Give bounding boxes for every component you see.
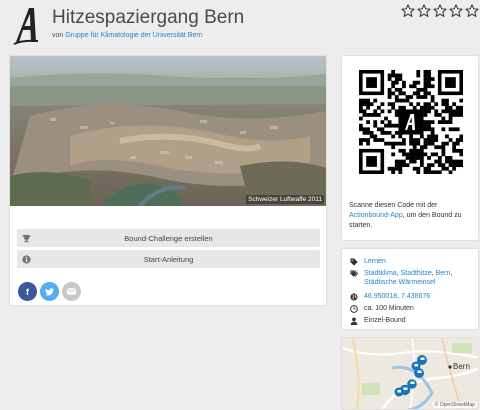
star-icon[interactable] (449, 4, 463, 18)
facebook-share-button[interactable]: f (18, 282, 37, 301)
challenge-button-label: Bound-Challenge erstellen (124, 233, 213, 243)
clock-icon (350, 305, 358, 313)
tags-icon (350, 270, 358, 278)
qr-text-before: Scanne diesen Code mit der (349, 202, 438, 209)
location-row: 46.950018, 7.438676 (350, 292, 430, 301)
aerial-photo-image (10, 56, 326, 206)
facebook-icon: f (26, 286, 29, 297)
mode-text: Einzel-Bound (364, 317, 406, 324)
star-icon[interactable] (433, 4, 447, 18)
actionbound-logo[interactable] (12, 4, 42, 46)
map-attribution: © OpenStreetMap (432, 402, 477, 408)
byline: von Gruppe für Klimatologie der Universi… (52, 32, 203, 39)
guide-button[interactable]: Start-Anleitung (17, 250, 320, 268)
twitter-share-button[interactable] (40, 282, 59, 301)
qr-instructions: Scanne diesen Code mit der Actionbound-A… (349, 201, 475, 231)
tag-link[interactable]: Bern (436, 270, 451, 277)
twitter-icon (45, 287, 54, 296)
qr-card: Scanne diesen Code mit der Actionbound-A… (341, 55, 479, 241)
challenge-button[interactable]: Bound-Challenge erstellen (17, 229, 320, 247)
trophy-icon (17, 229, 35, 247)
byline-prefix: von (52, 32, 64, 39)
tags-row: Stadtklima, Stadthitze, Bern, Städtische… (350, 269, 476, 287)
duration-text: ca. 100 Minuten (364, 305, 414, 312)
map-image (342, 338, 478, 409)
star-icon[interactable] (465, 4, 479, 18)
tag-icon (350, 258, 358, 266)
envelope-icon (67, 288, 76, 295)
coordinates-link[interactable]: 46.950018, 7.438676 (364, 292, 430, 301)
photo-credit: Schweizer Luftwaffe 2011 (246, 195, 324, 204)
author-link[interactable]: Gruppe für Klimatologie der Universität … (65, 32, 202, 39)
duration-row: ca. 100 Minuten (350, 304, 414, 313)
bound-card: Schweizer Luftwaffe 2011 Bound-Challenge… (9, 55, 327, 306)
bound-info-card: Lernen Stadtklima, Stadthitze, Bern, Stä… (341, 248, 479, 330)
user-icon (350, 317, 358, 325)
map-place-label: Bern (453, 362, 470, 371)
category-link[interactable]: Lernen (364, 257, 386, 266)
tags-list: Stadtklima, Stadthitze, Bern, Städtische… (364, 270, 453, 286)
tag-link[interactable]: Städtische Wärmeinsel (364, 279, 436, 286)
mode-row: Einzel-Bound (350, 316, 406, 325)
qr-code (359, 70, 463, 174)
aerial-photo: Schweizer Luftwaffe 2011 (10, 56, 326, 206)
actionbound-app-link[interactable]: Actionbound-App (349, 212, 403, 219)
globe-icon (350, 293, 358, 301)
star-icon[interactable] (401, 4, 415, 18)
map-preview[interactable]: Bern © OpenStreetMap (341, 337, 479, 410)
page: Hitzespaziergang Bern von Gruppe für Kli… (0, 0, 480, 410)
category-row: Lernen (350, 257, 386, 266)
tag-link[interactable]: Stadthitze (401, 270, 432, 277)
info-icon (17, 250, 35, 268)
star-icon[interactable] (417, 4, 431, 18)
guide-button-label: Start-Anleitung (143, 254, 194, 264)
page-title: Hitzespaziergang Bern (52, 7, 245, 28)
tag-link[interactable]: Stadtklima (364, 270, 397, 277)
rating-stars[interactable] (401, 4, 479, 18)
email-share-button[interactable] (62, 282, 81, 301)
